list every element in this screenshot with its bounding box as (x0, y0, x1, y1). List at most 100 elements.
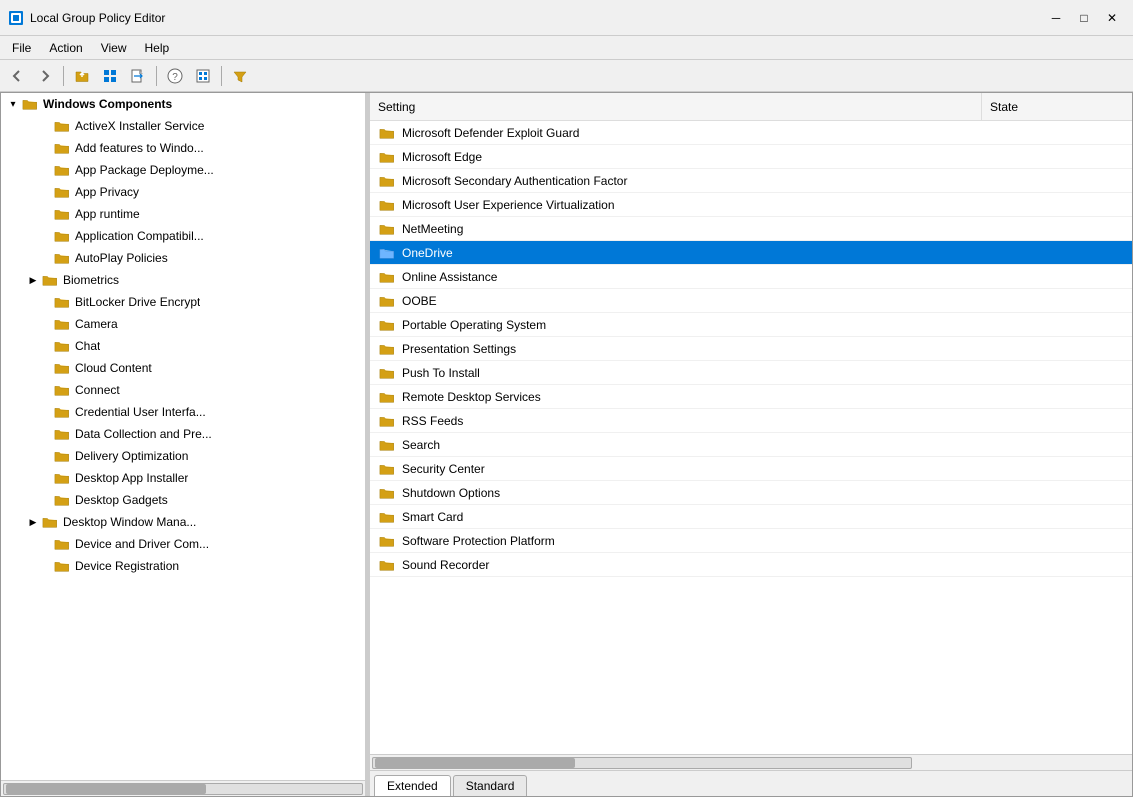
view-button[interactable] (97, 64, 123, 88)
minimize-button[interactable]: ─ (1043, 8, 1069, 28)
svg-text:?: ? (172, 72, 178, 83)
maximize-button[interactable]: □ (1071, 8, 1097, 28)
tree-item-data-collection[interactable]: ▶ Data Collection and Pre... (1, 423, 365, 445)
list-item-user-exp[interactable]: Microsoft User Experience Virtualization (370, 193, 1132, 217)
list-item-online-assist[interactable]: Online Assistance (370, 265, 1132, 289)
list-item-search[interactable]: Search (370, 433, 1132, 457)
left-hscroll-track[interactable] (3, 783, 363, 795)
tree-label-desktop-gadgets: Desktop Gadgets (75, 493, 168, 507)
folder-icon-bitlocker (53, 294, 71, 310)
folder-icon-device-registration (53, 558, 71, 574)
tree-item-desktop-app[interactable]: ▶ Desktop App Installer (1, 467, 365, 489)
tree-item-credential[interactable]: ▶ Credential User Interfa... (1, 401, 365, 423)
list-item-edge[interactable]: Microsoft Edge (370, 145, 1132, 169)
list-item-rss-feeds[interactable]: RSS Feeds (370, 409, 1132, 433)
list-item-software-prot[interactable]: Software Protection Platform (370, 529, 1132, 553)
folder-icon-app-package (53, 162, 71, 178)
list-item-presentation[interactable]: Presentation Settings (370, 337, 1132, 361)
list-item-secondary-auth[interactable]: Microsoft Secondary Authentication Facto… (370, 169, 1132, 193)
tree-item-add-features[interactable]: ▶ Add features to Windo... (1, 137, 365, 159)
tree-item-delivery-opt[interactable]: ▶ Delivery Optimization (1, 445, 365, 467)
menu-help[interactable]: Help (137, 39, 178, 57)
help-button[interactable]: ? (162, 64, 188, 88)
list-item-portable-os[interactable]: Portable Operating System (370, 313, 1132, 337)
tree-label-autoplay: AutoPlay Policies (75, 251, 168, 265)
tree-item-activex[interactable]: ▶ ActiveX Installer Service (1, 115, 365, 137)
toolbar-separator-1 (63, 66, 64, 86)
list-item-onedrive[interactable]: OneDrive (370, 241, 1132, 265)
back-button[interactable] (4, 64, 30, 88)
folder-icon-chat (53, 338, 71, 354)
item-name-user-exp: Microsoft User Experience Virtualization (402, 198, 984, 212)
window-title: Local Group Policy Editor (30, 11, 1043, 25)
close-button[interactable]: ✕ (1099, 8, 1125, 28)
item-name-secondary-auth: Microsoft Secondary Authentication Facto… (402, 174, 984, 188)
folder-icon-add-features (53, 140, 71, 156)
export-button[interactable] (125, 64, 151, 88)
bottom-tabs: Extended Standard (370, 770, 1132, 796)
folder-icon-device-driver (53, 536, 71, 552)
list-item-oobe[interactable]: OOBE (370, 289, 1132, 313)
tab-extended[interactable]: Extended (374, 775, 451, 796)
tree-item-app-compat[interactable]: ▶ Application Compatibil... (1, 225, 365, 247)
menu-action[interactable]: Action (41, 39, 90, 57)
tab-standard[interactable]: Standard (453, 775, 528, 796)
list-item-security-center[interactable]: Security Center (370, 457, 1132, 481)
tree-label-app-compat: Application Compatibil... (75, 229, 204, 243)
tree-item-app-runtime[interactable]: ▶ App runtime (1, 203, 365, 225)
item-name-rss-feeds: RSS Feeds (402, 414, 984, 428)
tree-label-credential: Credential User Interfa... (75, 405, 206, 419)
tree-item-device-registration[interactable]: ▶ Device Registration (1, 555, 365, 577)
tree-item-bitlocker[interactable]: ▶ BitLocker Drive Encrypt (1, 291, 365, 313)
list-item-shutdown[interactable]: Shutdown Options (370, 481, 1132, 505)
tree-label-cloud-content: Cloud Content (75, 361, 152, 375)
item-name-online-assist: Online Assistance (402, 270, 984, 284)
tree-item-desktop-window[interactable]: ▶ Desktop Window Mana... (1, 511, 365, 533)
forward-button[interactable] (32, 64, 58, 88)
tree-item-autoplay[interactable]: ▶ AutoPlay Policies (1, 247, 365, 269)
left-hscroll-thumb[interactable] (6, 784, 206, 794)
folder-icon-autoplay (53, 250, 71, 266)
col-header-setting[interactable]: Setting (370, 93, 982, 120)
properties-button[interactable] (190, 64, 216, 88)
folder-icon-sound-recorder (378, 557, 396, 573)
tree-item-windows-components[interactable]: ▾ Windows Components (1, 93, 365, 115)
tree-item-app-privacy[interactable]: ▶ App Privacy (1, 181, 365, 203)
tree-item-device-driver[interactable]: ▶ Device and Driver Com... (1, 533, 365, 555)
right-hscroll-track[interactable] (372, 757, 912, 769)
right-pane-hscroll[interactable] (370, 754, 1132, 770)
item-name-search: Search (402, 438, 984, 452)
item-name-portable-os: Portable Operating System (402, 318, 984, 332)
window-controls: ─ □ ✕ (1043, 8, 1125, 28)
tree-label-connect: Connect (75, 383, 120, 397)
menu-file[interactable]: File (4, 39, 39, 57)
tree-item-app-package[interactable]: ▶ App Package Deployme... (1, 159, 365, 181)
list-item-netmeeting[interactable]: NetMeeting (370, 217, 1132, 241)
folder-icon-delivery-opt (53, 448, 71, 464)
item-name-smart-card: Smart Card (402, 510, 984, 524)
folder-up-button[interactable] (69, 64, 95, 88)
folder-icon-remote-desktop (378, 389, 396, 405)
folder-icon-portable-os (378, 317, 396, 333)
list-item-smart-card[interactable]: Smart Card (370, 505, 1132, 529)
right-list: Microsoft Defender Exploit Guard Microso… (370, 121, 1132, 754)
list-item-push-install[interactable]: Push To Install (370, 361, 1132, 385)
left-pane-hscroll[interactable] (1, 780, 365, 796)
tree-item-desktop-gadgets[interactable]: ▶ Desktop Gadgets (1, 489, 365, 511)
folder-icon-app-runtime (53, 206, 71, 222)
right-hscroll-thumb[interactable] (375, 758, 575, 768)
filter-button[interactable] (227, 64, 253, 88)
folder-icon-cloud-content (53, 360, 71, 376)
tree-item-biometrics[interactable]: ▶ Biometrics (1, 269, 365, 291)
col-header-state[interactable]: State (982, 93, 1132, 120)
list-item-sound-recorder[interactable]: Sound Recorder (370, 553, 1132, 577)
tree-item-camera[interactable]: ▶ Camera (1, 313, 365, 335)
tree-label-device-registration: Device Registration (75, 559, 179, 573)
item-name-software-prot: Software Protection Platform (402, 534, 984, 548)
tree-item-chat[interactable]: ▶ Chat (1, 335, 365, 357)
list-item-remote-desktop[interactable]: Remote Desktop Services (370, 385, 1132, 409)
tree-item-connect[interactable]: ▶ Connect (1, 379, 365, 401)
menu-view[interactable]: View (93, 39, 135, 57)
list-item-defender[interactable]: Microsoft Defender Exploit Guard (370, 121, 1132, 145)
tree-item-cloud-content[interactable]: ▶ Cloud Content (1, 357, 365, 379)
